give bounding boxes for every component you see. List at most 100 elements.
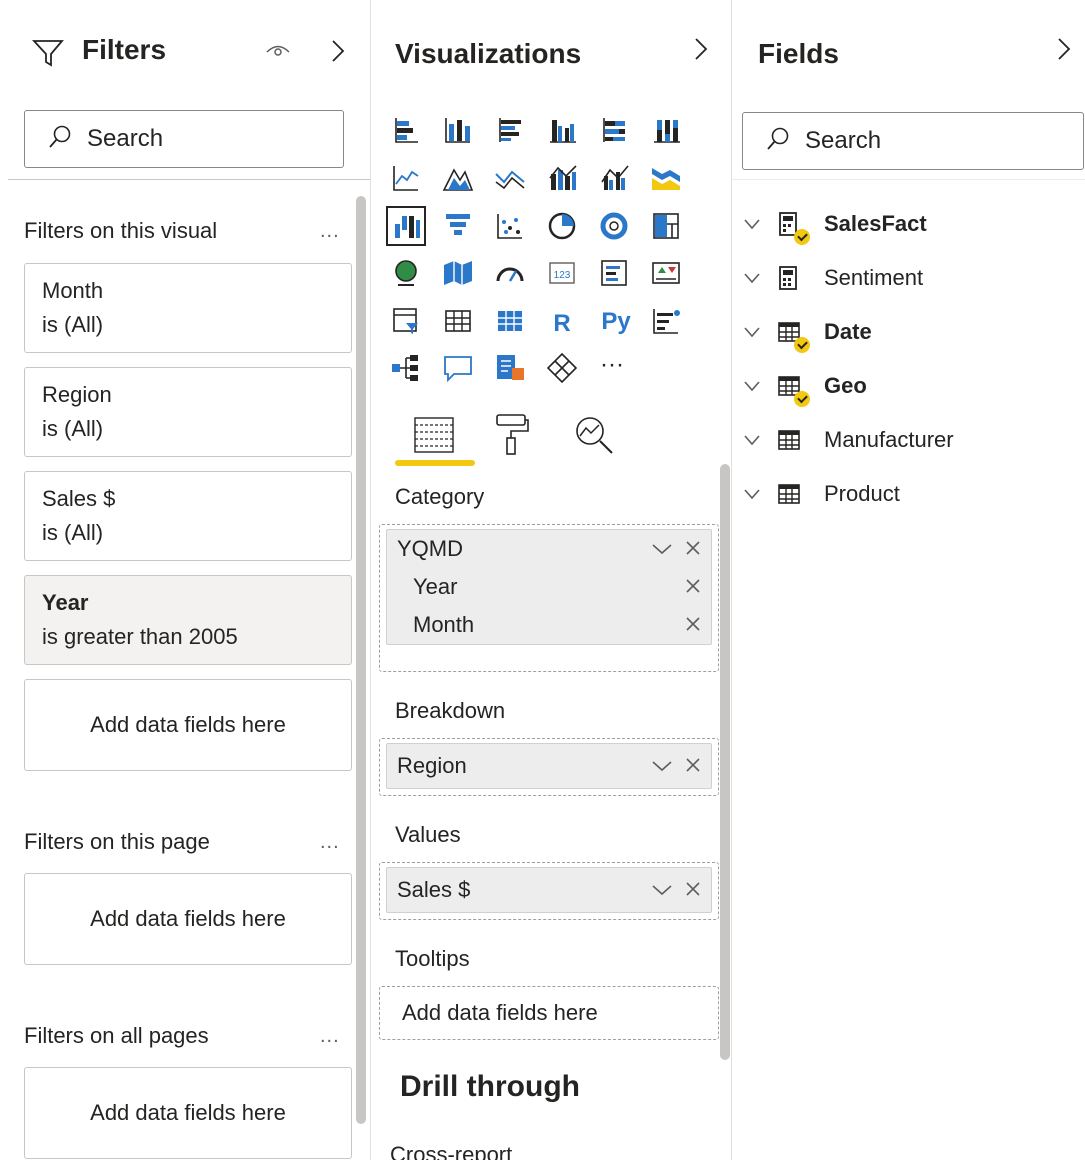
hierarchy-pill-yqmd[interactable]: YQMD Year Month	[386, 529, 712, 645]
field-table-manufacturer[interactable]: Manufacturer	[742, 420, 954, 460]
hierarchy-level-year[interactable]: Year	[387, 568, 711, 606]
field-table-salesfact[interactable]: SalesFact	[742, 204, 927, 245]
slicer-icon[interactable]	[388, 303, 424, 339]
remove-field-icon[interactable]	[685, 753, 701, 779]
chevron-down-icon[interactable]	[742, 430, 762, 450]
100-stacked-bar-chart-icon[interactable]	[596, 112, 632, 148]
collapse-filters-chevron-icon[interactable]	[328, 38, 348, 64]
values-well[interactable]: Sales $	[379, 862, 719, 920]
pie-chart-icon[interactable]	[544, 208, 580, 244]
decomposition-tree-icon[interactable]	[388, 350, 424, 386]
waterfall-chart-icon-selected[interactable]	[386, 206, 426, 246]
field-table-product[interactable]: Product	[742, 474, 900, 514]
map-icon[interactable]	[388, 255, 424, 291]
add-all-pages-filter-dropzone[interactable]: Add data fields here	[24, 1067, 352, 1159]
eye-icon[interactable]	[265, 40, 291, 60]
field-row[interactable]: Region	[387, 744, 711, 788]
field-row[interactable]: Sales $	[387, 868, 711, 912]
stacked-area-chart-icon[interactable]	[492, 160, 528, 196]
remove-field-icon[interactable]	[685, 536, 701, 562]
chevron-down-icon[interactable]	[742, 268, 762, 288]
hierarchy-row[interactable]: YQMD	[387, 530, 711, 568]
more-options-icon[interactable]: ...	[320, 831, 340, 854]
donut-chart-icon[interactable]	[596, 208, 632, 244]
filters-scrollbar[interactable]	[356, 196, 366, 1124]
filter-card-region[interactable]: Region is (All)	[24, 367, 352, 457]
clustered-column-chart-icon[interactable]	[544, 112, 580, 148]
matrix-icon[interactable]	[492, 303, 528, 339]
add-visual-filter-dropzone[interactable]: Add data fields here	[24, 679, 352, 771]
field-table-sentiment[interactable]: Sentiment	[742, 258, 923, 298]
remove-field-icon[interactable]	[685, 612, 701, 638]
remove-field-icon[interactable]	[685, 574, 701, 600]
tooltips-well[interactable]: Add data fields here	[379, 986, 719, 1040]
filter-card-sales[interactable]: Sales $ is (All)	[24, 471, 352, 561]
visualizations-scrollbar[interactable]	[720, 464, 730, 1060]
chevron-down-icon[interactable]	[742, 484, 762, 504]
table-icon	[776, 481, 802, 507]
multi-row-card-icon[interactable]	[596, 255, 632, 291]
key-influencers-icon[interactable]	[648, 303, 684, 339]
chevron-down-icon[interactable]	[651, 877, 673, 903]
filter-card-year[interactable]: Year is greater than 2005	[24, 575, 352, 665]
filters-on-visual-heading: Filters on this visual	[24, 218, 218, 243]
chevron-down-icon[interactable]	[651, 536, 673, 562]
filled-map-icon[interactable]	[440, 255, 476, 291]
field-pill-sales[interactable]: Sales $	[386, 867, 712, 913]
filters-search-input[interactable]: Search	[24, 110, 344, 168]
filters-on-page-heading: Filters on this page	[24, 829, 210, 854]
filter-card-month[interactable]: Month is (All)	[24, 263, 352, 353]
smart-narrative-icon[interactable]	[492, 350, 528, 386]
pill-controls	[651, 744, 701, 788]
chevron-down-icon[interactable]	[742, 214, 762, 234]
collapse-fields-chevron-icon[interactable]	[1054, 36, 1074, 62]
add-page-filter-dropzone[interactable]: Add data fields here	[24, 873, 352, 965]
collapse-visualizations-chevron-icon[interactable]	[691, 36, 711, 62]
line-chart-icon[interactable]	[388, 160, 424, 196]
filter-funnel-icon	[31, 38, 66, 68]
filter-field-name: Sales $	[42, 486, 116, 511]
tooltips-well-label: Tooltips	[395, 946, 470, 971]
stacked-bar-chart-icon[interactable]	[388, 112, 424, 148]
power-apps-icon[interactable]	[544, 350, 580, 386]
filter-field-name: Month	[42, 278, 104, 303]
fields-title: Fields	[758, 38, 839, 69]
analytics-magnifier-icon[interactable]	[572, 414, 616, 456]
more-options-icon[interactable]: ...	[320, 220, 340, 243]
100-stacked-column-chart-icon[interactable]	[648, 112, 684, 148]
remove-field-icon[interactable]	[685, 877, 701, 903]
filter-condition: is (All)	[42, 520, 104, 545]
more-visuals-icon[interactable]: ···	[600, 350, 636, 386]
category-well[interactable]: YQMD Year Month	[379, 524, 719, 672]
stacked-column-chart-icon[interactable]	[440, 112, 476, 148]
line-and-stacked-column-chart-icon[interactable]	[544, 160, 580, 196]
funnel-chart-icon[interactable]	[440, 208, 476, 244]
clustered-bar-chart-icon[interactable]	[492, 112, 528, 148]
kpi-icon[interactable]	[648, 255, 684, 291]
chevron-down-icon[interactable]	[742, 376, 762, 396]
python-visual-icon[interactable]: Py	[596, 303, 636, 339]
chevron-down-icon[interactable]	[742, 322, 762, 342]
fields-search-input[interactable]: Search	[742, 112, 1084, 170]
r-script-visual-icon[interactable]: R	[544, 303, 580, 339]
gauge-icon[interactable]	[492, 255, 528, 291]
filter-condition: is greater than 2005	[42, 624, 238, 649]
line-and-clustered-column-chart-icon[interactable]	[596, 160, 632, 196]
format-paint-roller-icon[interactable]	[494, 412, 530, 456]
breakdown-well[interactable]: Region	[379, 738, 719, 796]
field-pill-region[interactable]: Region	[386, 743, 712, 789]
ribbon-chart-icon[interactable]	[648, 160, 684, 196]
qna-visual-icon[interactable]	[440, 350, 476, 386]
divider	[8, 179, 370, 180]
area-chart-icon[interactable]	[440, 160, 476, 196]
chevron-down-icon[interactable]	[651, 753, 673, 779]
fields-well-tab-icon[interactable]	[412, 414, 456, 456]
scatter-chart-icon[interactable]	[492, 208, 528, 244]
table-icon[interactable]	[440, 303, 476, 339]
treemap-icon[interactable]	[648, 208, 684, 244]
field-table-geo[interactable]: Geo	[742, 366, 867, 407]
field-table-date[interactable]: Date	[742, 312, 872, 353]
card-icon[interactable]: 123	[544, 255, 580, 291]
hierarchy-level-month[interactable]: Month	[387, 606, 711, 644]
more-options-icon[interactable]: ...	[320, 1025, 340, 1048]
